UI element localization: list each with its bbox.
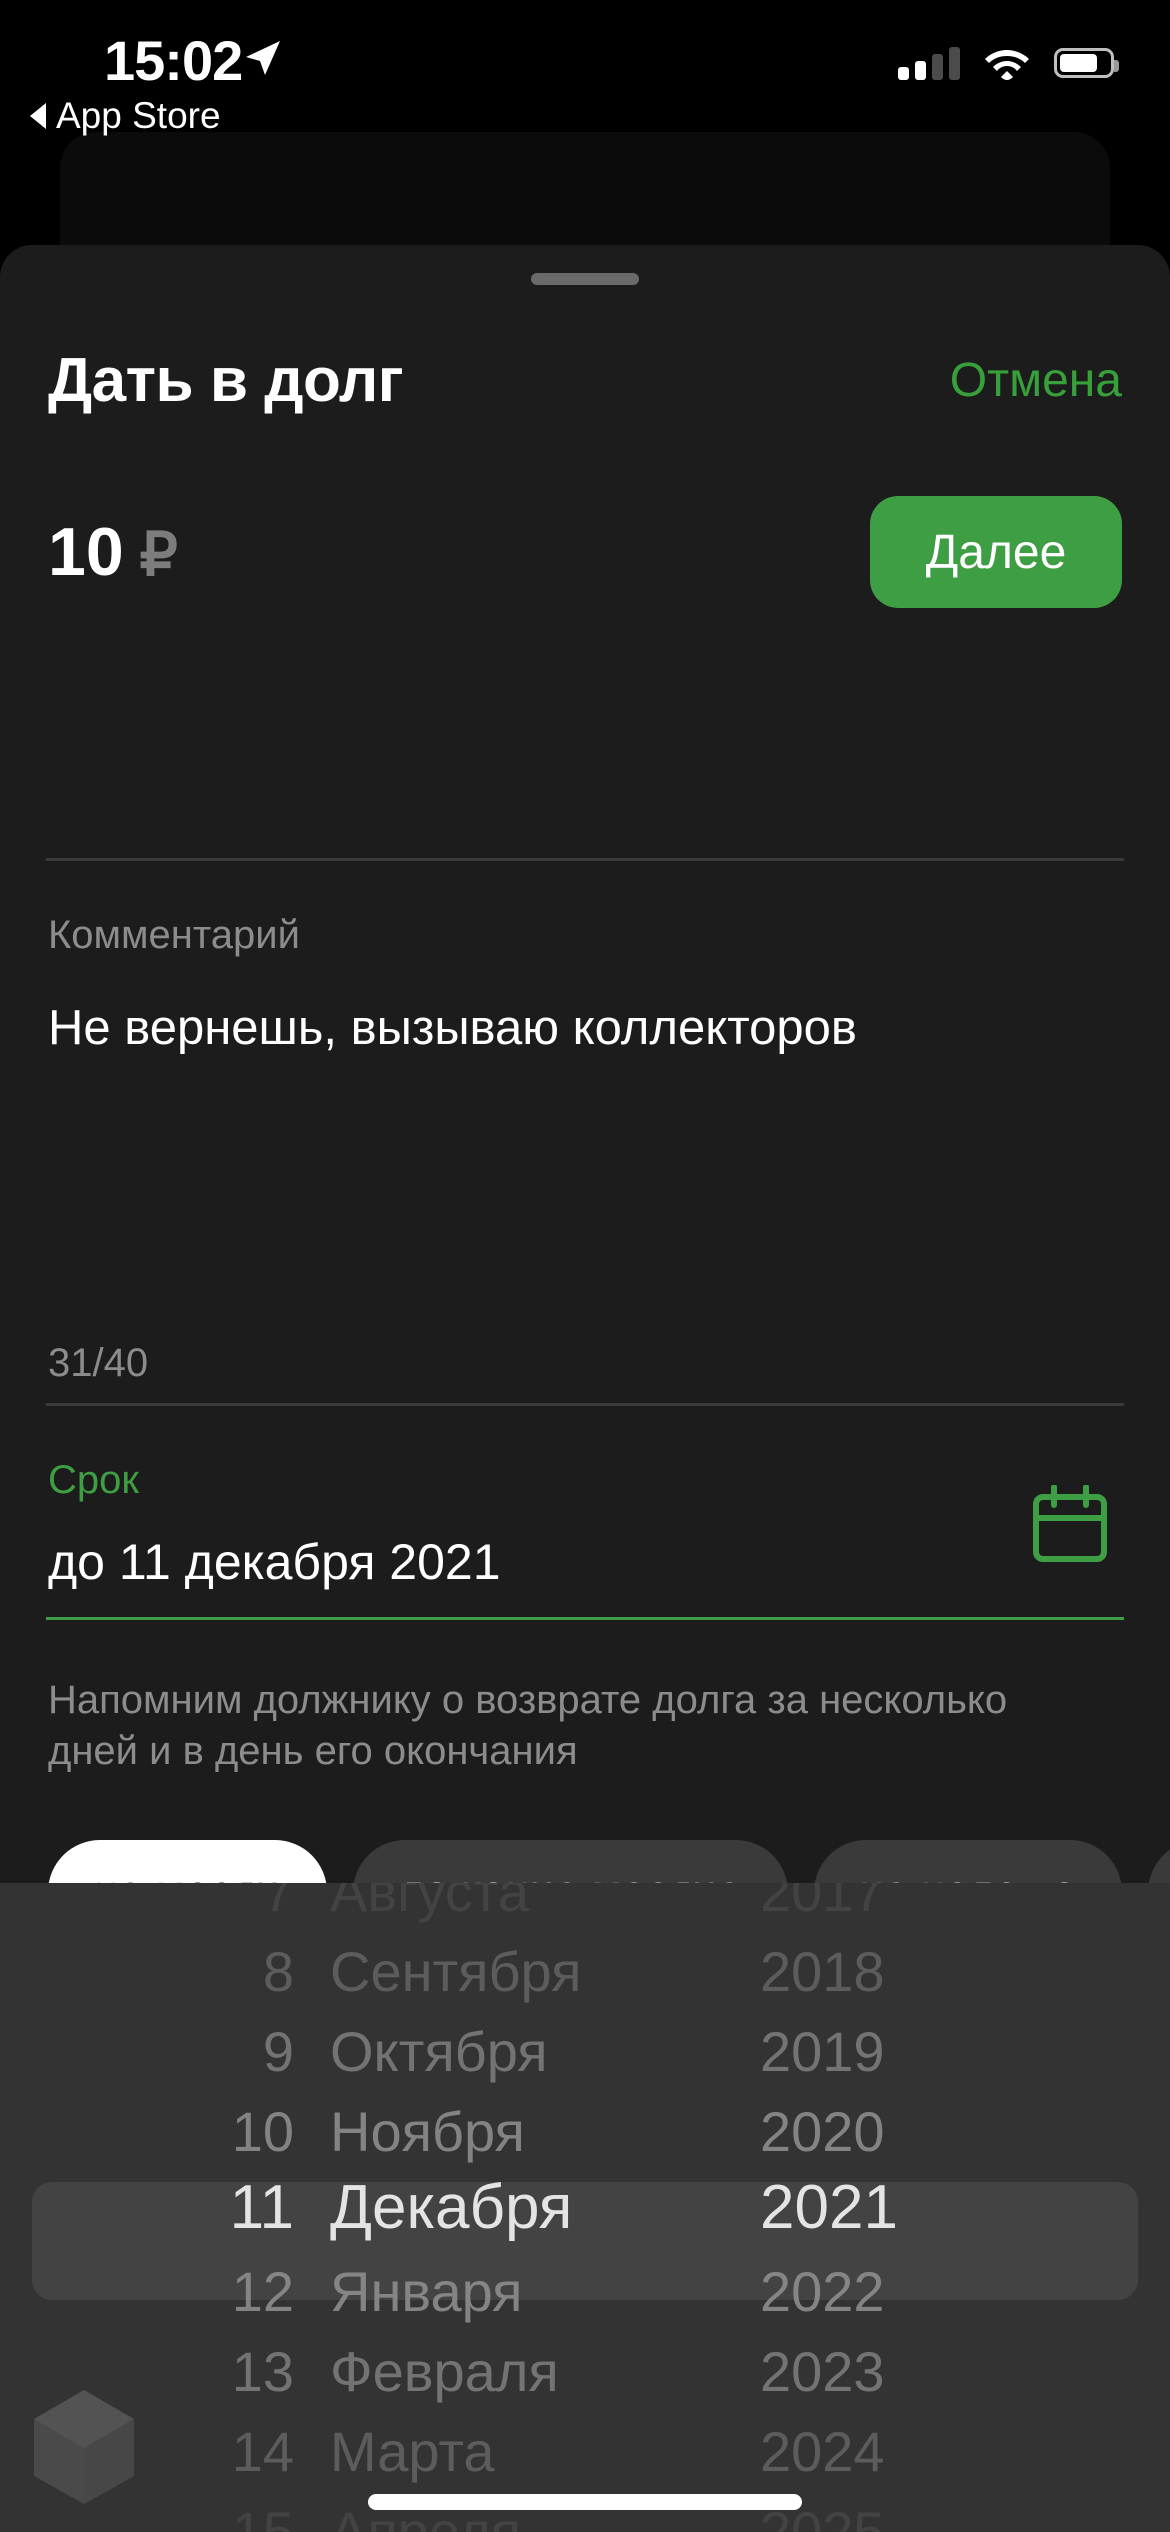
term-chip-0[interactable]: на месяц bbox=[48, 1840, 327, 1885]
picker-month: Ноября bbox=[330, 2099, 525, 2163]
give-loan-modal-sheet: Дать в долг Отмена 10 ₽ Далее Комментари… bbox=[0, 245, 1170, 1885]
page-title: Дать в долг bbox=[48, 345, 404, 415]
home-indicator-bar bbox=[368, 2494, 802, 2510]
comment-label: Комментарий bbox=[48, 913, 300, 957]
picker-month: Декабря bbox=[330, 2172, 573, 2242]
picker-month: Сентября bbox=[330, 1939, 582, 2003]
picker-day: 8 bbox=[262, 1939, 294, 2003]
term-value[interactable]: до 11 декабря 2021 bbox=[48, 1533, 501, 1591]
picker-day: 10 bbox=[231, 2099, 294, 2163]
term-chip-1[interactable]: до конца месяца bbox=[352, 1840, 788, 1885]
picker-year: 2021 bbox=[760, 2172, 898, 2242]
cellular-signal-icon bbox=[898, 46, 960, 80]
iphone-screen: 15:02 App Store Дать в долг Отмена 10 ₽ … bbox=[0, 0, 1170, 2532]
divider-comment bbox=[46, 1403, 1124, 1406]
term-label: Срок bbox=[48, 1458, 139, 1502]
picker-year: 2024 bbox=[760, 2419, 885, 2483]
status-bar-indicators bbox=[898, 46, 1119, 80]
date-picker-wheel[interactable]: 7 Августа 2017 8 Сентября 2018 9 Октября 2019 10 Н… bbox=[0, 1883, 1170, 2532]
picker-row[interactable]: 8 Сентября 2018 bbox=[0, 1931, 1170, 2011]
picker-day: 9 bbox=[262, 2019, 294, 2083]
picker-row[interactable]: 9 Октября 2019 bbox=[0, 2011, 1170, 2091]
picker-year: 2020 bbox=[760, 2099, 885, 2163]
cube-watermark-icon bbox=[34, 2390, 134, 2504]
picker-month: Марта bbox=[330, 2419, 495, 2483]
currency-symbol: ₽ bbox=[139, 521, 178, 588]
picker-day: 12 bbox=[231, 2259, 294, 2323]
amount-value: 10 bbox=[48, 514, 124, 590]
term-hint-text: Напомним должнику о возврате долга за не… bbox=[48, 1678, 1008, 1774]
picker-row[interactable]: 13 Февраля 2023 bbox=[0, 2331, 1170, 2411]
divider-term-active bbox=[46, 1617, 1124, 1620]
location-arrow-icon bbox=[246, 41, 280, 75]
picker-day: 7 bbox=[262, 1883, 294, 1923]
back-triangle-icon bbox=[30, 103, 46, 129]
sheet-header: Дать в долг Отмена bbox=[0, 325, 1170, 435]
picker-year: 2023 bbox=[760, 2339, 885, 2403]
picker-day: 11 bbox=[229, 2172, 294, 2242]
picker-year: 2022 bbox=[760, 2259, 885, 2323]
picker-year: 2025 bbox=[760, 2499, 885, 2532]
picker-month: Января bbox=[330, 2259, 523, 2323]
picker-month: Августа bbox=[330, 1883, 530, 1923]
amount-row: 10 ₽ Далее bbox=[0, 467, 1170, 637]
cancel-button[interactable]: Отмена bbox=[950, 353, 1122, 408]
wifi-icon bbox=[985, 50, 1029, 80]
comment-character-counter: 31/40 bbox=[48, 1341, 149, 1385]
status-bar-clock: 15:02 bbox=[104, 29, 243, 92]
divider-amount bbox=[46, 858, 1124, 861]
term-preset-chips: на месяц до конца месяца на неделю Без с bbox=[0, 1840, 1170, 1885]
comment-input[interactable]: Не вернешь, вызываю коллекторов bbox=[48, 1000, 857, 1056]
picker-row[interactable]: 14 Марта 2024 bbox=[0, 2411, 1170, 2491]
back-to-app-label: App Store bbox=[56, 95, 221, 136]
battery-icon bbox=[1054, 48, 1119, 78]
back-to-app-store-button[interactable]: App Store bbox=[30, 95, 221, 137]
term-chip-3[interactable]: Без с bbox=[1147, 1840, 1170, 1885]
picker-year: 2018 bbox=[760, 1939, 885, 2003]
picker-month: Февраля bbox=[330, 2339, 559, 2403]
picker-year: 2017 bbox=[760, 1883, 885, 1923]
picker-row[interactable]: 12 Января 2022 bbox=[0, 2251, 1170, 2331]
next-button[interactable]: Далее bbox=[870, 496, 1122, 608]
picker-month: Октября bbox=[330, 2019, 548, 2083]
amount-field[interactable]: 10 ₽ bbox=[48, 513, 178, 591]
picker-row-selected[interactable]: 11 Декабря 2021 bbox=[0, 2167, 1170, 2247]
picker-row[interactable]: 10 Ноября 2020 bbox=[0, 2091, 1170, 2171]
calendar-icon[interactable] bbox=[1030, 1485, 1110, 1565]
sheet-grabber-handle[interactable] bbox=[531, 273, 639, 285]
term-chip-2[interactable]: на неделю bbox=[813, 1840, 1122, 1885]
picker-row[interactable]: 7 Августа 2017 bbox=[0, 1883, 1170, 1931]
picker-year: 2019 bbox=[760, 2019, 885, 2083]
